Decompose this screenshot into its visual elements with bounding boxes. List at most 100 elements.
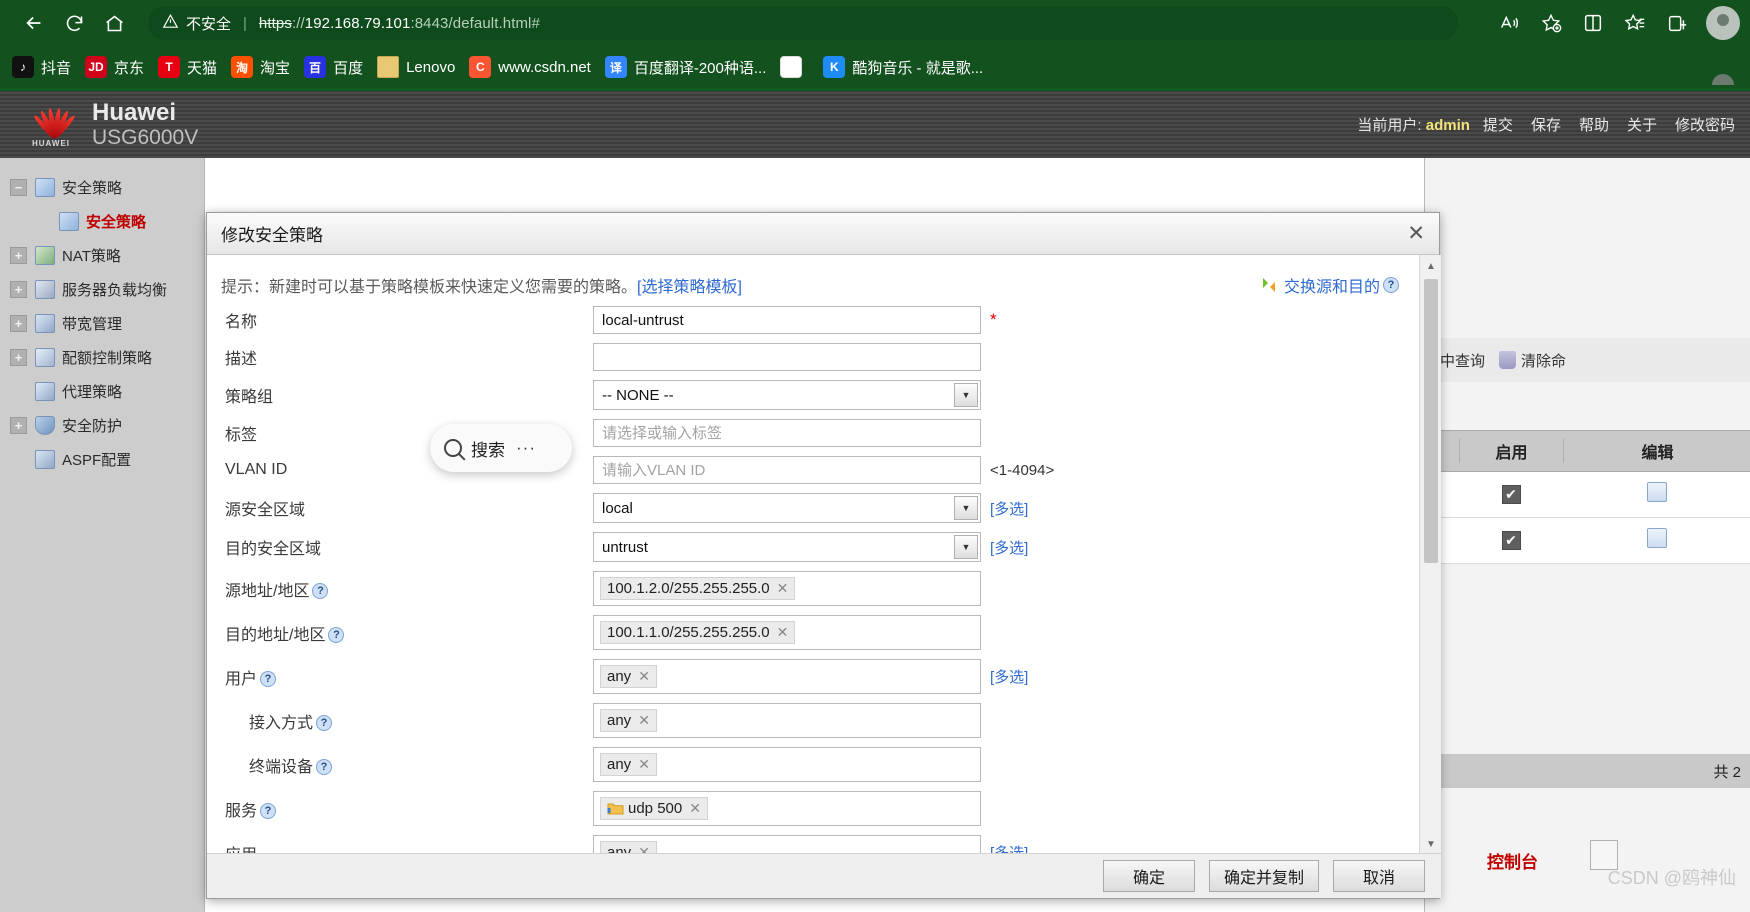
scrollbar-thumb[interactable] [1424, 279, 1438, 563]
source-zone-select[interactable]: local ▼ [593, 493, 981, 523]
collapse-icon[interactable]: − [10, 178, 27, 196]
help-icon[interactable]: ? [328, 627, 345, 644]
header-link[interactable]: 保存 [1522, 114, 1570, 135]
tag-remove-icon[interactable]: ✕ [638, 668, 650, 685]
header-link[interactable]: 修改密码 [1666, 114, 1744, 135]
tag-item[interactable]: any ✕ [600, 753, 657, 776]
bookmark-item[interactable] [780, 56, 809, 78]
tag-remove-icon[interactable]: ✕ [638, 712, 650, 729]
tag-input[interactable] [593, 419, 981, 447]
expand-icon[interactable]: + [10, 280, 27, 298]
expand-icon[interactable]: + [10, 314, 27, 332]
tag-item[interactable]: 100.1.1.0/255.255.255.0 ✕ [600, 621, 796, 644]
terminal-device-tagbox[interactable]: any ✕ [593, 747, 981, 782]
service-tagbox[interactable]: udp 500 ✕ [593, 791, 981, 826]
help-icon[interactable]: ? [316, 759, 333, 776]
tag-remove-icon[interactable]: ✕ [638, 756, 650, 773]
chevron-down-icon[interactable]: ▼ [954, 383, 978, 407]
edit-icon[interactable] [1647, 528, 1667, 548]
bookmark-item[interactable]: 百百度 [304, 56, 363, 78]
expand-icon[interactable]: + [10, 348, 27, 366]
sidebar-item-0[interactable]: − 安全策略 [0, 170, 204, 204]
clear-link[interactable]: 清除命 [1499, 350, 1566, 371]
dialog-scrollbar[interactable]: ▲ ▼ [1419, 255, 1441, 855]
split-screen-icon[interactable] [1572, 3, 1614, 43]
bookmark-item[interactable]: K 酷狗音乐 - 就是歌... [823, 56, 983, 78]
add-favorite-icon[interactable] [1530, 3, 1572, 43]
expand-icon[interactable]: + [10, 246, 27, 264]
help-icon[interactable]: ? [312, 583, 329, 600]
back-button[interactable] [14, 3, 54, 43]
destination-address-tagbox[interactable]: 100.1.1.0/255.255.255.0 ✕ [593, 615, 981, 650]
description-input[interactable] [593, 343, 981, 371]
sidebar-item-1[interactable]: 安全策略 [0, 204, 204, 238]
bookmark-item[interactable]: JD 京东 [85, 56, 144, 78]
help-icon[interactable]: ? [316, 715, 333, 732]
sidebar-item-7[interactable]: + 安全防护 [0, 408, 204, 442]
cancel-button[interactable]: 取消 [1333, 860, 1425, 892]
enable-checkbox[interactable]: ✔ [1501, 531, 1521, 550]
destination-zone-select[interactable]: untrust ▼ [593, 532, 981, 562]
source-address-tagbox[interactable]: 100.1.2.0/255.255.255.0 ✕ [593, 571, 981, 606]
collections-icon[interactable] [1614, 3, 1656, 43]
name-input[interactable] [593, 306, 981, 334]
tag-item[interactable]: any ✕ [600, 665, 657, 688]
help-icon[interactable]: ? [1383, 277, 1399, 293]
select-policy-template-link[interactable]: [选择策略模板] [637, 273, 742, 297]
profile-avatar[interactable] [1706, 6, 1740, 85]
address-bar[interactable]: 不安全 | https://192.168.79.101:8443/defaul… [148, 6, 1458, 40]
ok-button[interactable]: 确定 [1102, 860, 1195, 892]
reload-icon[interactable] [54, 3, 94, 43]
browser-essentials-icon[interactable] [1656, 3, 1698, 43]
sidebar-item-4[interactable]: + 带宽管理 [0, 306, 204, 340]
header-link[interactable]: 提交 [1474, 114, 1522, 135]
table-row[interactable]: ✔ [1425, 518, 1750, 564]
vlan-id-input[interactable] [593, 456, 981, 484]
access-mode-tagbox[interactable]: any ✕ [593, 703, 981, 738]
policy-group-select[interactable]: -- NONE -- ▼ [593, 380, 981, 410]
edit-icon[interactable] [1647, 482, 1667, 502]
read-aloud-icon[interactable] [1488, 3, 1530, 43]
sidebar-item-8[interactable]: ASPF配置 [0, 442, 204, 476]
user-multiselect-link[interactable]: [多选] [990, 666, 1028, 687]
scroll-up-icon[interactable]: ▲ [1420, 255, 1441, 277]
tag-item[interactable]: 100.1.2.0/255.255.255.0 ✕ [600, 577, 796, 600]
sidebar-item-5[interactable]: + 配额控制策略 [0, 340, 204, 374]
home-icon[interactable] [94, 3, 134, 43]
bookmark-item[interactable]: 淘淘宝 [231, 56, 290, 78]
bookmark-item[interactable]: ♪ 抖音 [12, 56, 71, 78]
tag-remove-icon[interactable]: ✕ [689, 800, 701, 817]
app-header: HUAWEI Huawei USG6000V 当前用户: admin 提交 保存帮… [0, 88, 1750, 158]
sidebar-item-6[interactable]: 代理策略 [0, 374, 204, 408]
tag-item[interactable]: udp 500 ✕ [600, 797, 708, 820]
header-link[interactable]: 关于 [1618, 114, 1666, 135]
destination-zone-multiselect-link[interactable]: [多选] [990, 537, 1028, 558]
enable-checkbox[interactable]: ✔ [1501, 485, 1521, 504]
bookmark-item[interactable]: 译百度翻译-200种语... [604, 56, 766, 78]
chevron-down-icon[interactable]: ▼ [954, 496, 978, 520]
console-button[interactable]: 控制台 [1487, 848, 1538, 873]
sidebar-item-3[interactable]: + 服务器负载均衡 [0, 272, 204, 306]
table-row[interactable]: ✔ [1425, 472, 1750, 518]
help-icon[interactable]: ? [260, 671, 277, 688]
swap-src-dst-button[interactable]: 交换源和目的 ? [1260, 273, 1399, 297]
user-tagbox[interactable]: any ✕ [593, 659, 981, 694]
tag-item[interactable]: any ✕ [600, 709, 657, 732]
sidebar-item-2[interactable]: + NAT策略 [0, 238, 204, 272]
ok-and-copy-button[interactable]: 确定并复制 [1208, 860, 1319, 892]
bookmark-item[interactable]: T 天猫 [158, 56, 217, 78]
search-popup[interactable]: 搜索 ··· [430, 424, 572, 472]
source-zone-multiselect-link[interactable]: [多选] [990, 498, 1028, 519]
application-tagbox[interactable]: any ✕ [593, 835, 981, 855]
close-icon[interactable]: ✕ [1407, 223, 1425, 244]
scroll-down-icon[interactable]: ▼ [1420, 833, 1441, 855]
bookmark-item[interactable]: Cwww.csdn.net [469, 56, 591, 78]
expand-icon[interactable]: + [10, 416, 27, 434]
help-icon[interactable]: ? [260, 803, 277, 820]
tag-remove-icon[interactable]: ✕ [777, 580, 789, 597]
header-link[interactable]: 帮助 [1570, 114, 1618, 135]
more-options-icon[interactable]: ··· [516, 438, 536, 458]
chevron-down-icon[interactable]: ▼ [954, 535, 978, 559]
tag-remove-icon[interactable]: ✕ [777, 624, 789, 641]
bookmark-item[interactable]: Lenovo [377, 56, 455, 78]
